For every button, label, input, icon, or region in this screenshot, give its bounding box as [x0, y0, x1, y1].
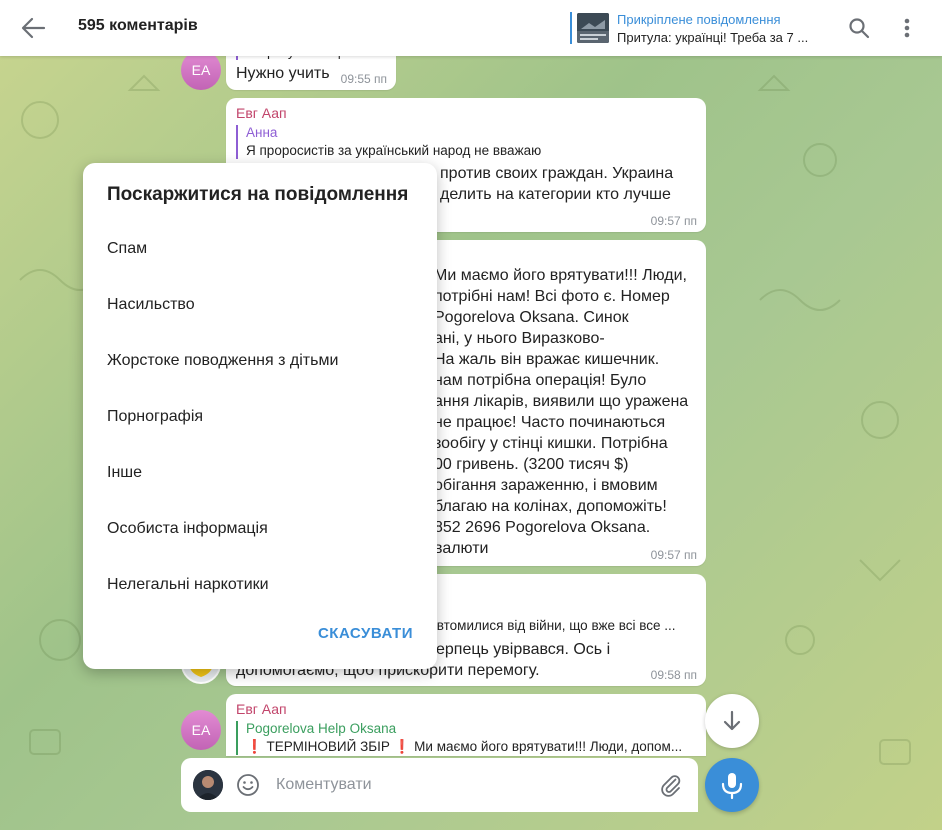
- cancel-button[interactable]: СКАСУВАТИ: [318, 625, 413, 642]
- report-option-violence[interactable]: Насильство: [107, 285, 413, 325]
- report-option-child-abuse[interactable]: Жорстоке поводження з дітьми: [107, 341, 413, 381]
- report-dialog: Поскаржитися на повідомлення Спам Насиль…: [83, 163, 437, 669]
- report-option-other[interactable]: Інше: [107, 453, 413, 493]
- report-option-illegal-drugs[interactable]: Нелегальні наркотики: [107, 565, 413, 605]
- report-option-personal-info[interactable]: Особиста інформація: [107, 509, 413, 549]
- report-option-pornography[interactable]: Порнографія: [107, 397, 413, 437]
- report-option-spam[interactable]: Спам: [107, 229, 413, 269]
- dialog-title: Поскаржитися на повідомлення: [107, 184, 409, 205]
